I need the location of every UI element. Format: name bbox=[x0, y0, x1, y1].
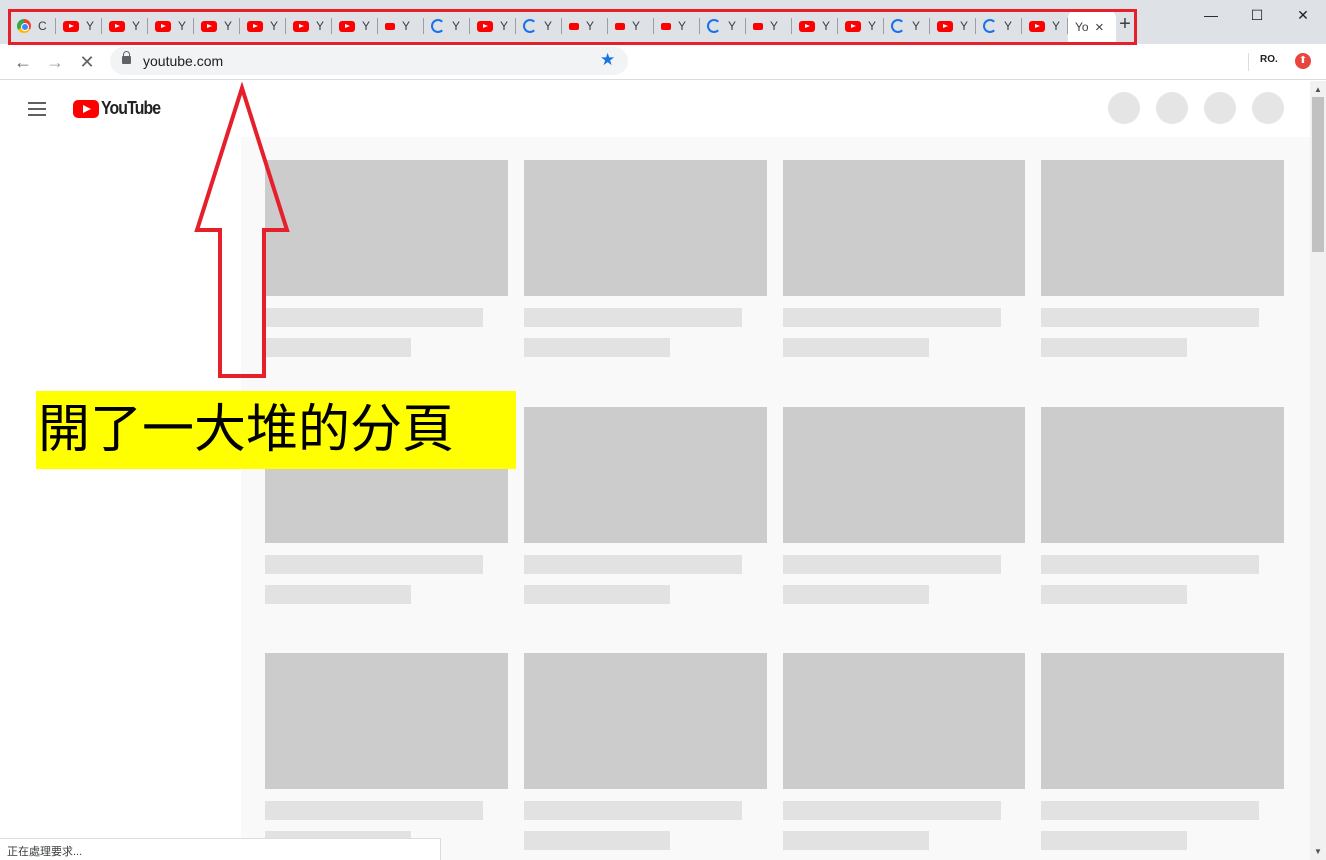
video-thumbnail-placeholder[interactable] bbox=[265, 160, 508, 296]
video-thumbnail-placeholder[interactable] bbox=[524, 653, 767, 789]
browser-toolbar: ← → ✕ youtube.com ★ RO. ⬆ bbox=[0, 44, 1326, 80]
status-bubble: 正在處理要求... bbox=[0, 838, 441, 860]
toolbar-divider bbox=[1248, 53, 1249, 71]
video-title-placeholder bbox=[524, 308, 742, 327]
video-title-placeholder bbox=[783, 801, 1001, 820]
video-thumbnail-placeholder[interactable] bbox=[1041, 653, 1284, 789]
placeholder-button-3[interactable] bbox=[1204, 92, 1236, 124]
video-meta-placeholder bbox=[783, 831, 929, 850]
video-thumbnail-placeholder[interactable] bbox=[265, 653, 508, 789]
close-window-button[interactable]: ✕ bbox=[1280, 0, 1326, 30]
annotation-up-arrow bbox=[194, 82, 290, 378]
scroll-thumb[interactable] bbox=[1312, 97, 1324, 252]
video-meta-placeholder bbox=[524, 585, 670, 604]
hamburger-menu-icon[interactable] bbox=[28, 102, 46, 116]
video-meta-placeholder bbox=[1041, 831, 1187, 850]
video-thumbnail-placeholder[interactable] bbox=[524, 407, 767, 543]
video-meta-placeholder bbox=[265, 585, 411, 604]
lock-icon[interactable] bbox=[122, 51, 131, 64]
video-meta-placeholder bbox=[1041, 338, 1187, 357]
annotation-caption: 開了一大堆的分頁 bbox=[36, 391, 516, 469]
stop-loading-icon[interactable]: ✕ bbox=[73, 48, 101, 76]
video-title-placeholder bbox=[524, 801, 742, 820]
scroll-up-icon[interactable]: ▲ bbox=[1314, 85, 1322, 94]
vertical-scrollbar[interactable]: ▲ ▼ bbox=[1310, 81, 1326, 860]
extension-ro-icon[interactable]: RO. bbox=[1260, 54, 1278, 65]
video-meta-placeholder bbox=[783, 585, 929, 604]
video-thumbnail-placeholder[interactable] bbox=[783, 160, 1025, 296]
video-title-placeholder bbox=[783, 555, 1001, 574]
minimize-button[interactable]: — bbox=[1188, 0, 1234, 30]
video-thumbnail-placeholder[interactable] bbox=[783, 407, 1025, 543]
back-icon[interactable]: ← bbox=[9, 48, 37, 76]
video-thumbnail-placeholder[interactable] bbox=[1041, 160, 1284, 296]
video-title-placeholder bbox=[783, 308, 1001, 327]
video-thumbnail-placeholder[interactable] bbox=[783, 653, 1025, 789]
maximize-button[interactable]: ☐ bbox=[1234, 0, 1280, 30]
video-title-placeholder bbox=[524, 555, 742, 574]
youtube-wordmark: YouTube bbox=[101, 98, 161, 118]
placeholder-button-1[interactable] bbox=[1108, 92, 1140, 124]
video-meta-placeholder bbox=[524, 831, 670, 850]
video-title-placeholder bbox=[265, 555, 483, 574]
address-bar[interactable]: youtube.com ★ bbox=[110, 47, 628, 75]
video-meta-placeholder bbox=[1041, 585, 1187, 604]
placeholder-button-4[interactable] bbox=[1252, 92, 1284, 124]
youtube-logo[interactable]: YouTube bbox=[73, 98, 168, 119]
video-meta-placeholder bbox=[783, 338, 929, 357]
video-title-placeholder bbox=[265, 308, 483, 327]
video-meta-placeholder bbox=[524, 338, 670, 357]
video-title-placeholder bbox=[265, 801, 483, 820]
video-thumbnail-placeholder[interactable] bbox=[1041, 407, 1284, 543]
forward-icon[interactable]: → bbox=[41, 48, 69, 76]
tabs-highlight-box bbox=[8, 9, 1137, 45]
video-title-placeholder bbox=[1041, 308, 1259, 327]
bookmark-star-icon[interactable]: ★ bbox=[600, 50, 615, 70]
placeholder-button-2[interactable] bbox=[1156, 92, 1188, 124]
extension-update-icon[interactable]: ⬆ bbox=[1295, 53, 1311, 69]
url-text[interactable]: youtube.com bbox=[143, 53, 223, 69]
video-title-placeholder bbox=[1041, 555, 1259, 574]
youtube-play-icon bbox=[73, 99, 99, 118]
video-thumbnail-placeholder[interactable] bbox=[524, 160, 767, 296]
video-title-placeholder bbox=[1041, 801, 1259, 820]
scroll-down-icon[interactable]: ▼ bbox=[1314, 847, 1322, 856]
